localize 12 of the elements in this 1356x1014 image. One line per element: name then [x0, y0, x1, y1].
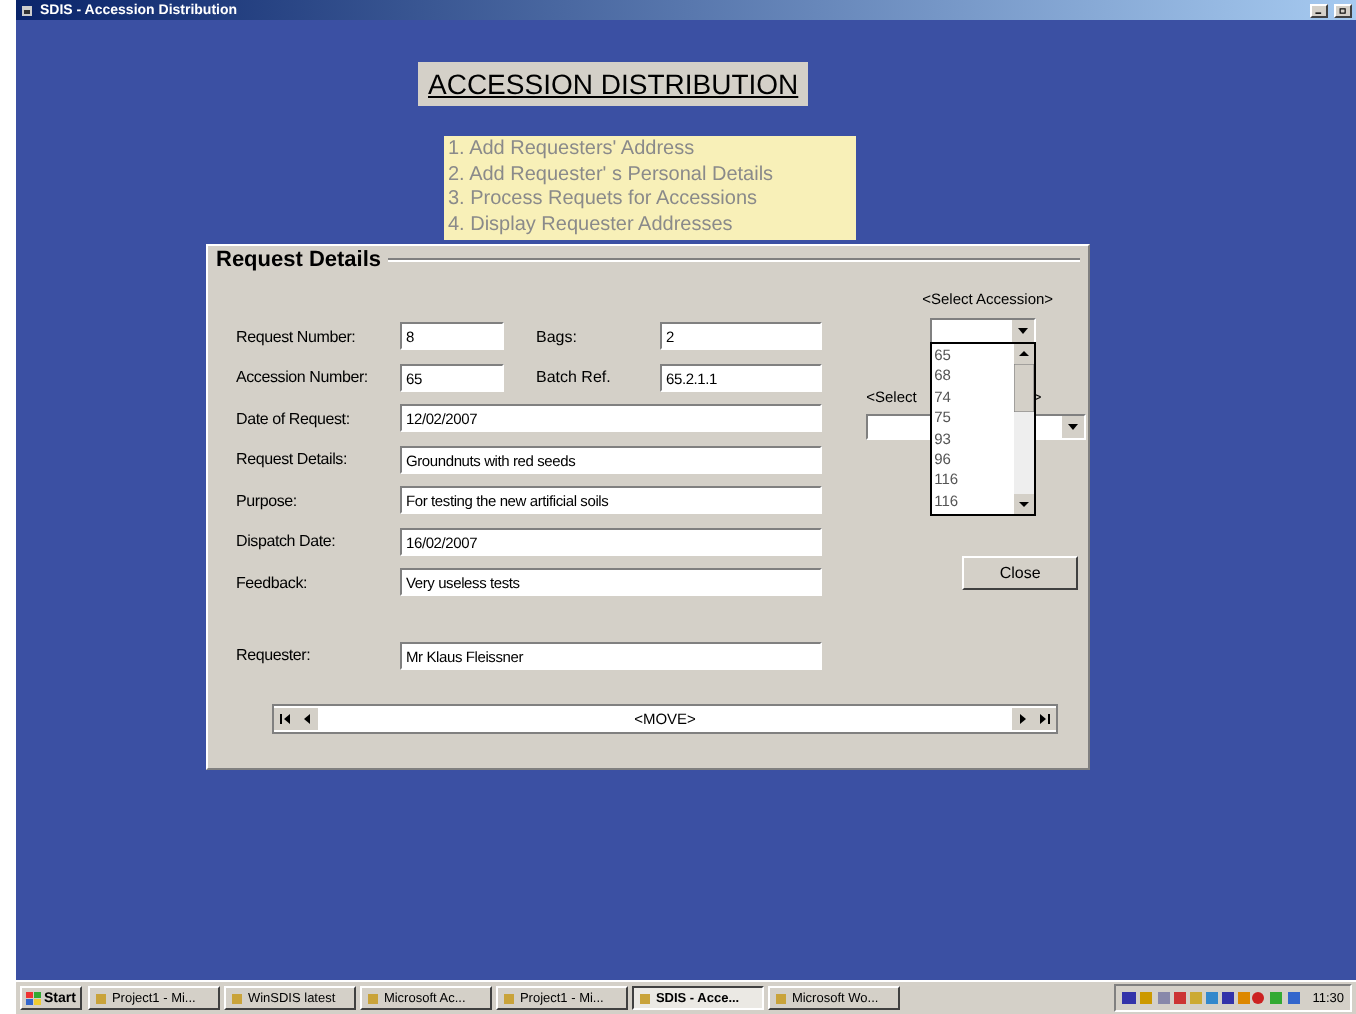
field-label: Dispatch Date:	[236, 532, 338, 550]
field-label: Feedback:	[236, 573, 310, 591]
field-label: Purpose:	[236, 491, 299, 509]
field-label: Requester:	[236, 646, 313, 664]
field-label: Request Number:	[236, 327, 358, 345]
field-label: Accession Number:	[236, 368, 370, 386]
field-label: Date of Request:	[236, 409, 352, 427]
panel-title: Request Details	[216, 248, 382, 272]
field-label: Batch Ref.	[536, 368, 613, 386]
field-label: Bags:	[536, 327, 579, 345]
field-label: Request Details:	[236, 450, 349, 468]
page-heading: ACCESSION DISTRIBUTION	[418, 62, 809, 106]
